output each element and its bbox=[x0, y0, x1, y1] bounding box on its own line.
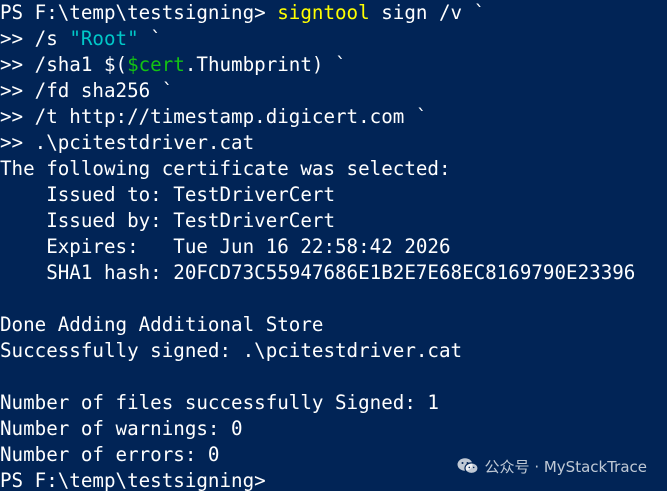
output-num-signed: Number of files successfully Signed: 1 bbox=[0, 391, 439, 414]
output-sha1-hash: SHA1 hash: 20FCD73C55947686E1B2E7E68EC81… bbox=[0, 261, 636, 284]
continuation-prompt: >> bbox=[0, 27, 35, 50]
wechat-icon bbox=[457, 457, 479, 475]
command-args: sign /v ` bbox=[369, 1, 486, 24]
output-cert-selected: The following certificate was selected: bbox=[0, 157, 451, 180]
output-expires: Expires: Tue Jun 16 22:58:42 2026 bbox=[0, 235, 451, 258]
powershell-terminal[interactable]: PS F:\temp\testsigning> signtool sign /v… bbox=[0, 0, 667, 491]
command-name: signtool bbox=[277, 1, 370, 24]
variable-token: $cert bbox=[127, 53, 185, 76]
command-line-6: >> .\pcitestdriver.cat bbox=[0, 131, 255, 154]
command-line-5: >> /t http://timestamp.digicert.com ` bbox=[0, 105, 428, 128]
continuation-prompt: >> bbox=[0, 79, 35, 102]
continuation-prompt: >> bbox=[0, 53, 35, 76]
output-num-errors: Number of errors: 0 bbox=[0, 443, 220, 466]
output-signed: Successfully signed: .\pcitestdriver.cat bbox=[0, 339, 463, 362]
command-line-2: >> /s "Root" ` bbox=[0, 27, 162, 50]
command-line-3: >> /sha1 $($cert.Thumbprint) ` bbox=[0, 53, 347, 76]
prompt: PS F:\temp\testsigning> bbox=[0, 1, 278, 24]
watermark-text: 公众号 · MyStackTrace bbox=[484, 457, 647, 476]
output-issued-by: Issued by: TestDriverCert bbox=[0, 209, 336, 232]
watermark: 公众号 · MyStackTrace bbox=[457, 453, 647, 479]
continuation-prompt: >> bbox=[0, 131, 35, 154]
final-prompt[interactable]: PS F:\temp\testsigning> bbox=[0, 468, 266, 491]
command-line-1: PS F:\temp\testsigning> signtool sign /v… bbox=[0, 0, 485, 26]
string-literal: "Root" bbox=[69, 27, 139, 50]
command-line-4: >> /fd sha256 ` bbox=[0, 79, 174, 102]
output-num-warnings: Number of warnings: 0 bbox=[0, 417, 243, 440]
output-done-store: Done Adding Additional Store bbox=[0, 313, 324, 336]
output-issued-to: Issued to: TestDriverCert bbox=[0, 183, 336, 206]
continuation-prompt: >> bbox=[0, 105, 35, 128]
